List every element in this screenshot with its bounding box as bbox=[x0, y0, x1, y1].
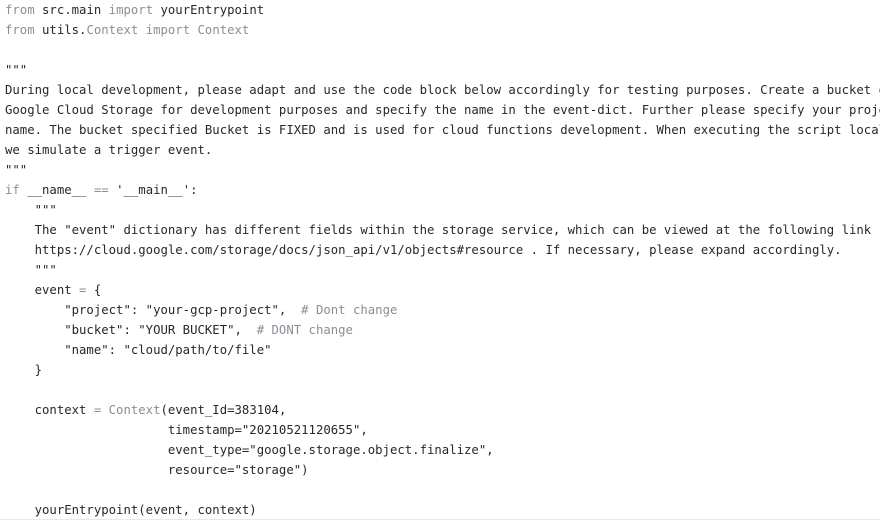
code-token: (event_Id=383104, bbox=[160, 403, 287, 417]
code-line: resource="storage") bbox=[5, 460, 880, 480]
code-comment: # DONT change bbox=[256, 323, 353, 337]
code-line: The "event" dictionary has different fie… bbox=[5, 220, 880, 240]
code-line: if __name__ == '__main__': bbox=[5, 180, 880, 200]
code-line: context = Context(event_Id=383104, bbox=[5, 400, 880, 420]
divider bbox=[0, 519, 880, 520]
code-token: __name__ bbox=[19, 183, 94, 197]
code-keyword: if bbox=[5, 183, 20, 197]
code-keyword: import bbox=[145, 23, 191, 37]
code-token: event bbox=[5, 283, 80, 297]
code-token: Context bbox=[108, 403, 161, 417]
code-token: name. The bucket specified Bucket is FIX… bbox=[5, 123, 880, 137]
code-keyword: from bbox=[5, 3, 35, 17]
code-line: """ bbox=[5, 160, 880, 180]
code-line: "project": "your-gcp-project", # Dont ch… bbox=[5, 300, 880, 320]
code-line: "name": "cloud/path/to/file" bbox=[5, 340, 880, 360]
code-token: """ bbox=[5, 263, 57, 277]
code-token: yourEntrypoint(event, context) bbox=[5, 503, 257, 517]
code-line: event_type="google.storage.object.finali… bbox=[5, 440, 880, 460]
code-line: } bbox=[5, 360, 880, 380]
code-line: from utils.Context import Context bbox=[5, 20, 880, 40]
code-line: """ bbox=[5, 60, 880, 80]
code-token: """ bbox=[5, 163, 28, 177]
code-token: The "event" dictionary has different fie… bbox=[5, 223, 872, 237]
code-line: we simulate a trigger event. bbox=[5, 140, 880, 160]
code-token: } bbox=[5, 363, 43, 377]
code-line: Google Cloud Storage for development pur… bbox=[5, 100, 880, 120]
code-line: name. The bucket specified Bucket is FIX… bbox=[5, 120, 880, 140]
code-comment: # Dont change bbox=[301, 303, 398, 317]
code-token: '__main__': bbox=[108, 183, 198, 197]
code-token: we simulate a trigger event. bbox=[5, 143, 213, 157]
code-keyword: from bbox=[5, 23, 35, 37]
code-line: """ bbox=[5, 260, 880, 280]
code-line: yourEntrypoint(event, context) bbox=[5, 500, 880, 520]
code-token: During local development, please adapt a… bbox=[5, 83, 880, 97]
code-token: Context bbox=[197, 23, 250, 37]
code-line: https://cloud.google.com/storage/docs/js… bbox=[5, 240, 880, 260]
code-keyword: import bbox=[108, 3, 154, 17]
code-token: "name": "cloud/path/to/file" bbox=[5, 343, 272, 357]
code-token: timestamp="20210521120655", bbox=[5, 423, 368, 437]
code-token: https://cloud.google.com/storage/docs/js… bbox=[5, 243, 842, 257]
code-token: resource="storage") bbox=[5, 463, 309, 477]
code-token: { bbox=[86, 283, 102, 297]
code-block[interactable]: from src.main import yourEntrypoint from … bbox=[5, 0, 880, 520]
code-line: During local development, please adapt a… bbox=[5, 80, 880, 100]
code-token: yourEntrypoint bbox=[153, 3, 265, 17]
code-line: timestamp="20210521120655", bbox=[5, 420, 880, 440]
code-token: == bbox=[93, 183, 109, 197]
code-token: src.main bbox=[34, 3, 109, 17]
code-line: """ bbox=[5, 200, 880, 220]
code-line: from src.main import yourEntrypoint bbox=[5, 0, 880, 20]
code-token: "bucket": "YOUR BUCKET", bbox=[5, 323, 257, 337]
code-token: """ bbox=[5, 63, 28, 77]
code-token: Google Cloud Storage for development pur… bbox=[5, 103, 880, 117]
code-token: """ bbox=[5, 203, 57, 217]
code-editor[interactable]: from src.main import yourEntrypoint from … bbox=[0, 0, 880, 522]
code-token: context bbox=[5, 403, 94, 417]
code-line: "bucket": "YOUR BUCKET", # DONT change bbox=[5, 320, 880, 340]
code-line: event = { bbox=[5, 280, 880, 300]
code-token: event_type="google.storage.object.finali… bbox=[5, 443, 494, 457]
code-token: Context bbox=[86, 23, 139, 37]
code-token: utils. bbox=[34, 23, 87, 37]
code-token: "project": "your-gcp-project", bbox=[5, 303, 302, 317]
